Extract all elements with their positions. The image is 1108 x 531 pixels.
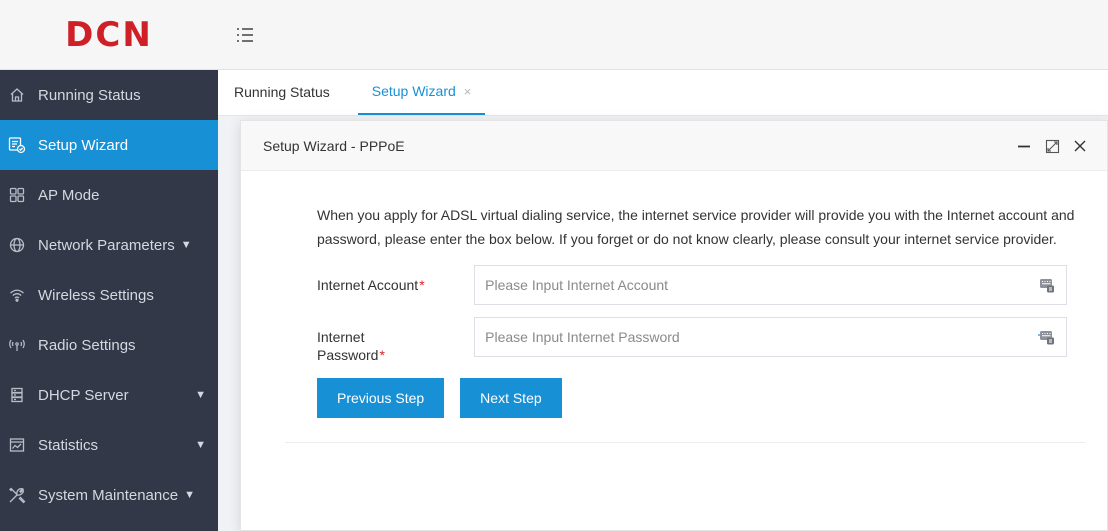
- keyboard-icon[interactable]: [1038, 328, 1056, 346]
- sidebar-item-dhcp-server[interactable]: DHCP Server ▼: [0, 370, 218, 420]
- previous-step-button[interactable]: Previous Step: [317, 378, 445, 418]
- field-label-line2: Password: [317, 347, 379, 363]
- sidebar-item-label: Statistics: [38, 436, 99, 454]
- sidebar-item-radio-settings[interactable]: Radio Settings: [0, 320, 218, 370]
- tab-setup-wizard[interactable]: Setup Wizard ×: [357, 69, 486, 115]
- sidebar-item-label: AP Mode: [38, 186, 100, 204]
- field-label-text: Internet Account: [317, 277, 419, 293]
- internet-account-field: [474, 265, 1067, 305]
- server-icon: [6, 384, 28, 406]
- maximize-icon[interactable]: [1043, 137, 1061, 155]
- home-icon: [6, 84, 28, 106]
- sidebar-item-ap-mode[interactable]: AP Mode: [0, 170, 218, 220]
- brand-logo: DCN: [65, 14, 153, 55]
- wizard-icon: [6, 134, 28, 156]
- caret-down-icon: ▼: [184, 489, 195, 501]
- sidebar-item-wireless-settings[interactable]: Wireless Settings: [0, 270, 218, 320]
- chart-icon: [6, 434, 28, 456]
- caret-down-icon: ▼: [195, 389, 206, 401]
- required-mark: *: [379, 347, 385, 363]
- tab-label: Running Status: [234, 84, 330, 100]
- caret-down-icon: ▼: [180, 239, 192, 251]
- next-step-button[interactable]: Next Step: [460, 378, 562, 418]
- radio-icon: [6, 334, 28, 356]
- sidebar-nav: Running Status Setup Wizard AP Mode Netw…: [0, 70, 218, 520]
- internet-account-label: Internet Account*: [317, 265, 474, 294]
- sidebar-item-label: Wireless Settings: [38, 286, 154, 304]
- dialog-title: Setup Wizard - PPPoE: [263, 137, 405, 154]
- dialog-controls: [1015, 121, 1089, 171]
- internet-password-field: [474, 317, 1067, 357]
- wifi-icon: [6, 284, 28, 306]
- sidebar-item-statistics[interactable]: Statistics ▼: [0, 420, 218, 470]
- sidebar-item-system-maintenance[interactable]: System Maintenance ▼: [0, 470, 218, 520]
- logo-area: DCN: [0, 0, 218, 70]
- sidebar-item-setup-wizard[interactable]: Setup Wizard: [0, 120, 218, 170]
- tab-close-icon[interactable]: ×: [464, 84, 472, 99]
- sidebar-item-label: Network Parameters: [38, 236, 175, 254]
- sidebar: DCN Running Status Setup Wizard AP Mode …: [0, 0, 218, 531]
- minimize-icon[interactable]: [1015, 137, 1033, 155]
- dialog-body: When you apply for ADSL virtual dialing …: [241, 171, 1107, 443]
- menu-toggle-icon[interactable]: [234, 24, 256, 46]
- close-icon[interactable]: [1071, 137, 1089, 155]
- internet-account-row: Internet Account*: [317, 265, 1067, 305]
- setup-wizard-dialog: Setup Wizard - PPPoE When you apply for …: [240, 120, 1108, 531]
- grid-icon: [6, 184, 28, 206]
- tab-bar: Running Status Setup Wizard ×: [218, 70, 1108, 116]
- internet-password-row: Internet Password*: [317, 317, 1067, 364]
- sidebar-item-network-parameters[interactable]: Network Parameters ▼: [0, 220, 218, 270]
- sidebar-item-label: Running Status: [38, 86, 141, 104]
- dialog-actions: Previous Step Next Step: [317, 378, 1067, 418]
- internet-password-input[interactable]: [475, 318, 1066, 356]
- field-label-line1: Internet: [317, 329, 365, 345]
- internet-account-input[interactable]: [475, 266, 1066, 304]
- caret-down-icon: ▼: [195, 439, 206, 451]
- sidebar-item-running-status[interactable]: Running Status: [0, 70, 218, 120]
- tab-label: Setup Wizard: [371, 83, 456, 99]
- sidebar-item-label: Setup Wizard: [38, 136, 129, 154]
- tools-icon: [6, 484, 28, 506]
- dialog-description: When you apply for ADSL virtual dialing …: [317, 207, 1075, 247]
- internet-password-label: Internet Password*: [317, 317, 474, 364]
- required-mark: *: [419, 277, 425, 293]
- dialog-header: Setup Wizard - PPPoE: [241, 121, 1107, 171]
- sidebar-item-label: Radio Settings: [38, 336, 136, 354]
- tab-running-status[interactable]: Running Status: [234, 69, 342, 115]
- globe-icon: [6, 234, 28, 256]
- sidebar-item-label: System Maintenance: [38, 486, 179, 504]
- sidebar-item-label: DHCP Server: [38, 386, 129, 404]
- top-header: [218, 0, 1108, 70]
- divider: [285, 442, 1085, 443]
- keyboard-icon[interactable]: [1038, 276, 1056, 294]
